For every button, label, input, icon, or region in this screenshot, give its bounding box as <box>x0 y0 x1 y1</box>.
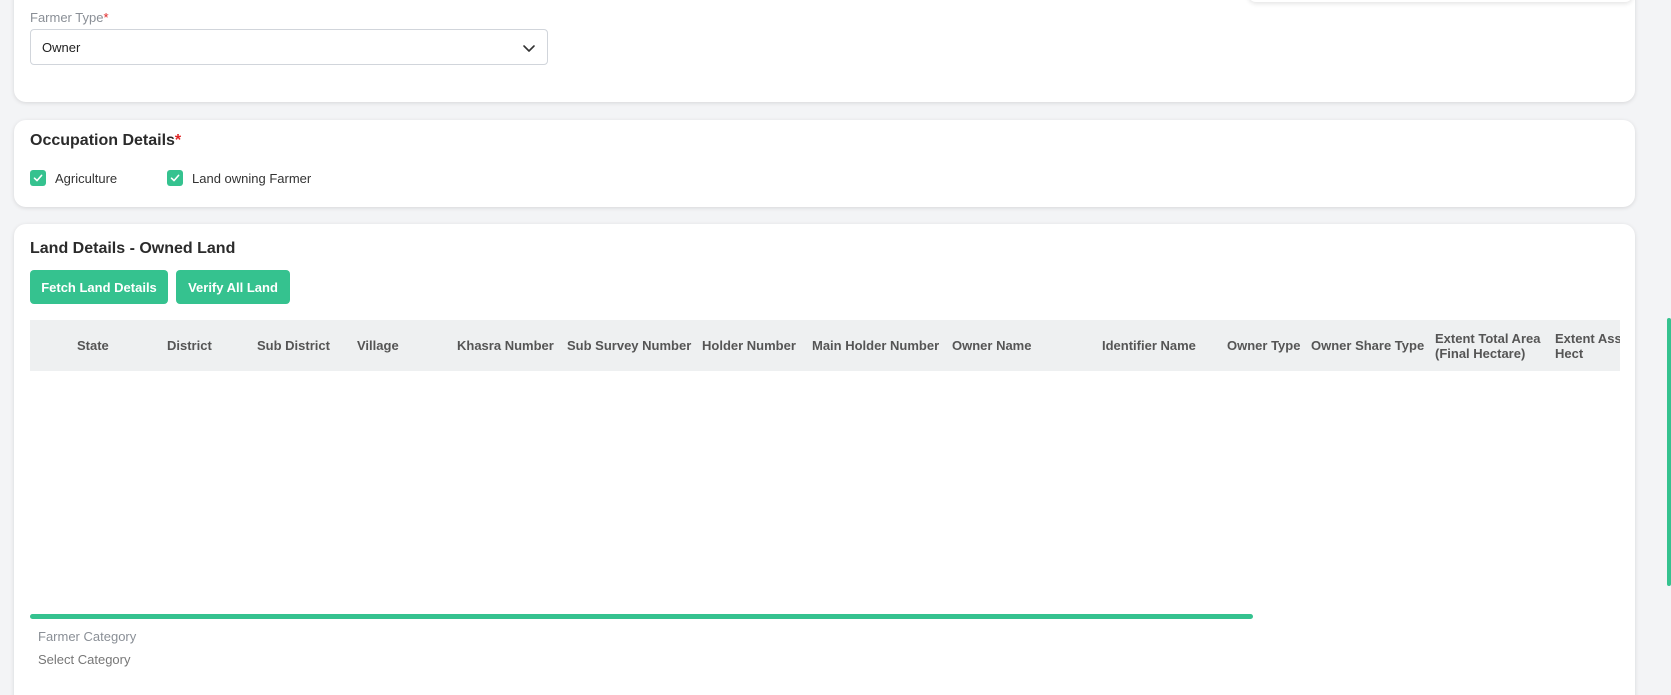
column-header[interactable]: Village <box>357 320 399 371</box>
column-header[interactable]: Main Holder Number <box>812 320 939 371</box>
farmer-category-select[interactable]: Select Category <box>38 652 131 667</box>
chevron-down-icon <box>523 45 535 52</box>
column-header[interactable]: District <box>167 320 212 371</box>
column-header[interactable]: Identifier Name <box>1102 320 1196 371</box>
column-header[interactable]: Sub District <box>257 320 330 371</box>
required-mark: * <box>103 10 109 25</box>
page-scrollbar-thumb[interactable] <box>1667 318 1671 586</box>
column-header[interactable]: Khasra Number <box>457 320 554 371</box>
occupation-card: Occupation Details* Agriculture Land own… <box>14 120 1635 207</box>
land-details-card: Land Details - Owned Land Fetch Land Det… <box>14 224 1635 695</box>
column-header[interactable]: Extent Ass (Final Hect <box>1555 320 1620 371</box>
table-horizontal-scrollbar[interactable] <box>30 614 1253 619</box>
table-header: State District Sub District Village Khas… <box>30 320 1620 371</box>
column-header[interactable]: Extent Total Area (Final Hectare) <box>1435 320 1545 371</box>
checkbox-checked-icon[interactable] <box>167 170 183 186</box>
farmer-type-select[interactable]: Owner <box>30 29 548 65</box>
land-table: State District Sub District Village Khas… <box>30 320 1620 620</box>
column-header[interactable]: Sub Survey Number <box>567 320 691 371</box>
land-details-title: Land Details - Owned Land <box>30 240 236 257</box>
farmer-type-selected-value: Owner <box>42 40 81 55</box>
column-header[interactable]: State <box>77 320 109 371</box>
farmer-category-label: Farmer Category <box>38 629 137 644</box>
farmer-type-label: Farmer Type* <box>30 10 109 25</box>
column-header[interactable]: Owner Name <box>952 320 1031 371</box>
page: Farmer Type* Owner Occupation Details* A… <box>0 0 1671 695</box>
checkbox-checked-icon[interactable] <box>30 170 46 186</box>
required-mark: * <box>174 132 182 149</box>
checkbox-land-owning-farmer[interactable]: Land owning Farmer <box>167 170 311 186</box>
overlay-panel-edge <box>1248 0 1633 2</box>
farmer-type-card: Farmer Type* Owner <box>14 0 1635 102</box>
occupation-title: Occupation Details* <box>30 132 182 149</box>
fetch-land-details-button[interactable]: Fetch Land Details <box>30 270 168 304</box>
checkbox-label: Agriculture <box>55 170 118 186</box>
checkbox-agriculture[interactable]: Agriculture <box>30 170 117 186</box>
column-header[interactable]: Owner Share Type <box>1311 320 1424 371</box>
column-header[interactable]: Owner Type <box>1227 320 1300 371</box>
checkbox-label: Land owning Farmer <box>192 170 312 186</box>
verify-all-land-button[interactable]: Verify All Land <box>176 270 290 304</box>
column-header[interactable]: Holder Number <box>702 320 796 371</box>
